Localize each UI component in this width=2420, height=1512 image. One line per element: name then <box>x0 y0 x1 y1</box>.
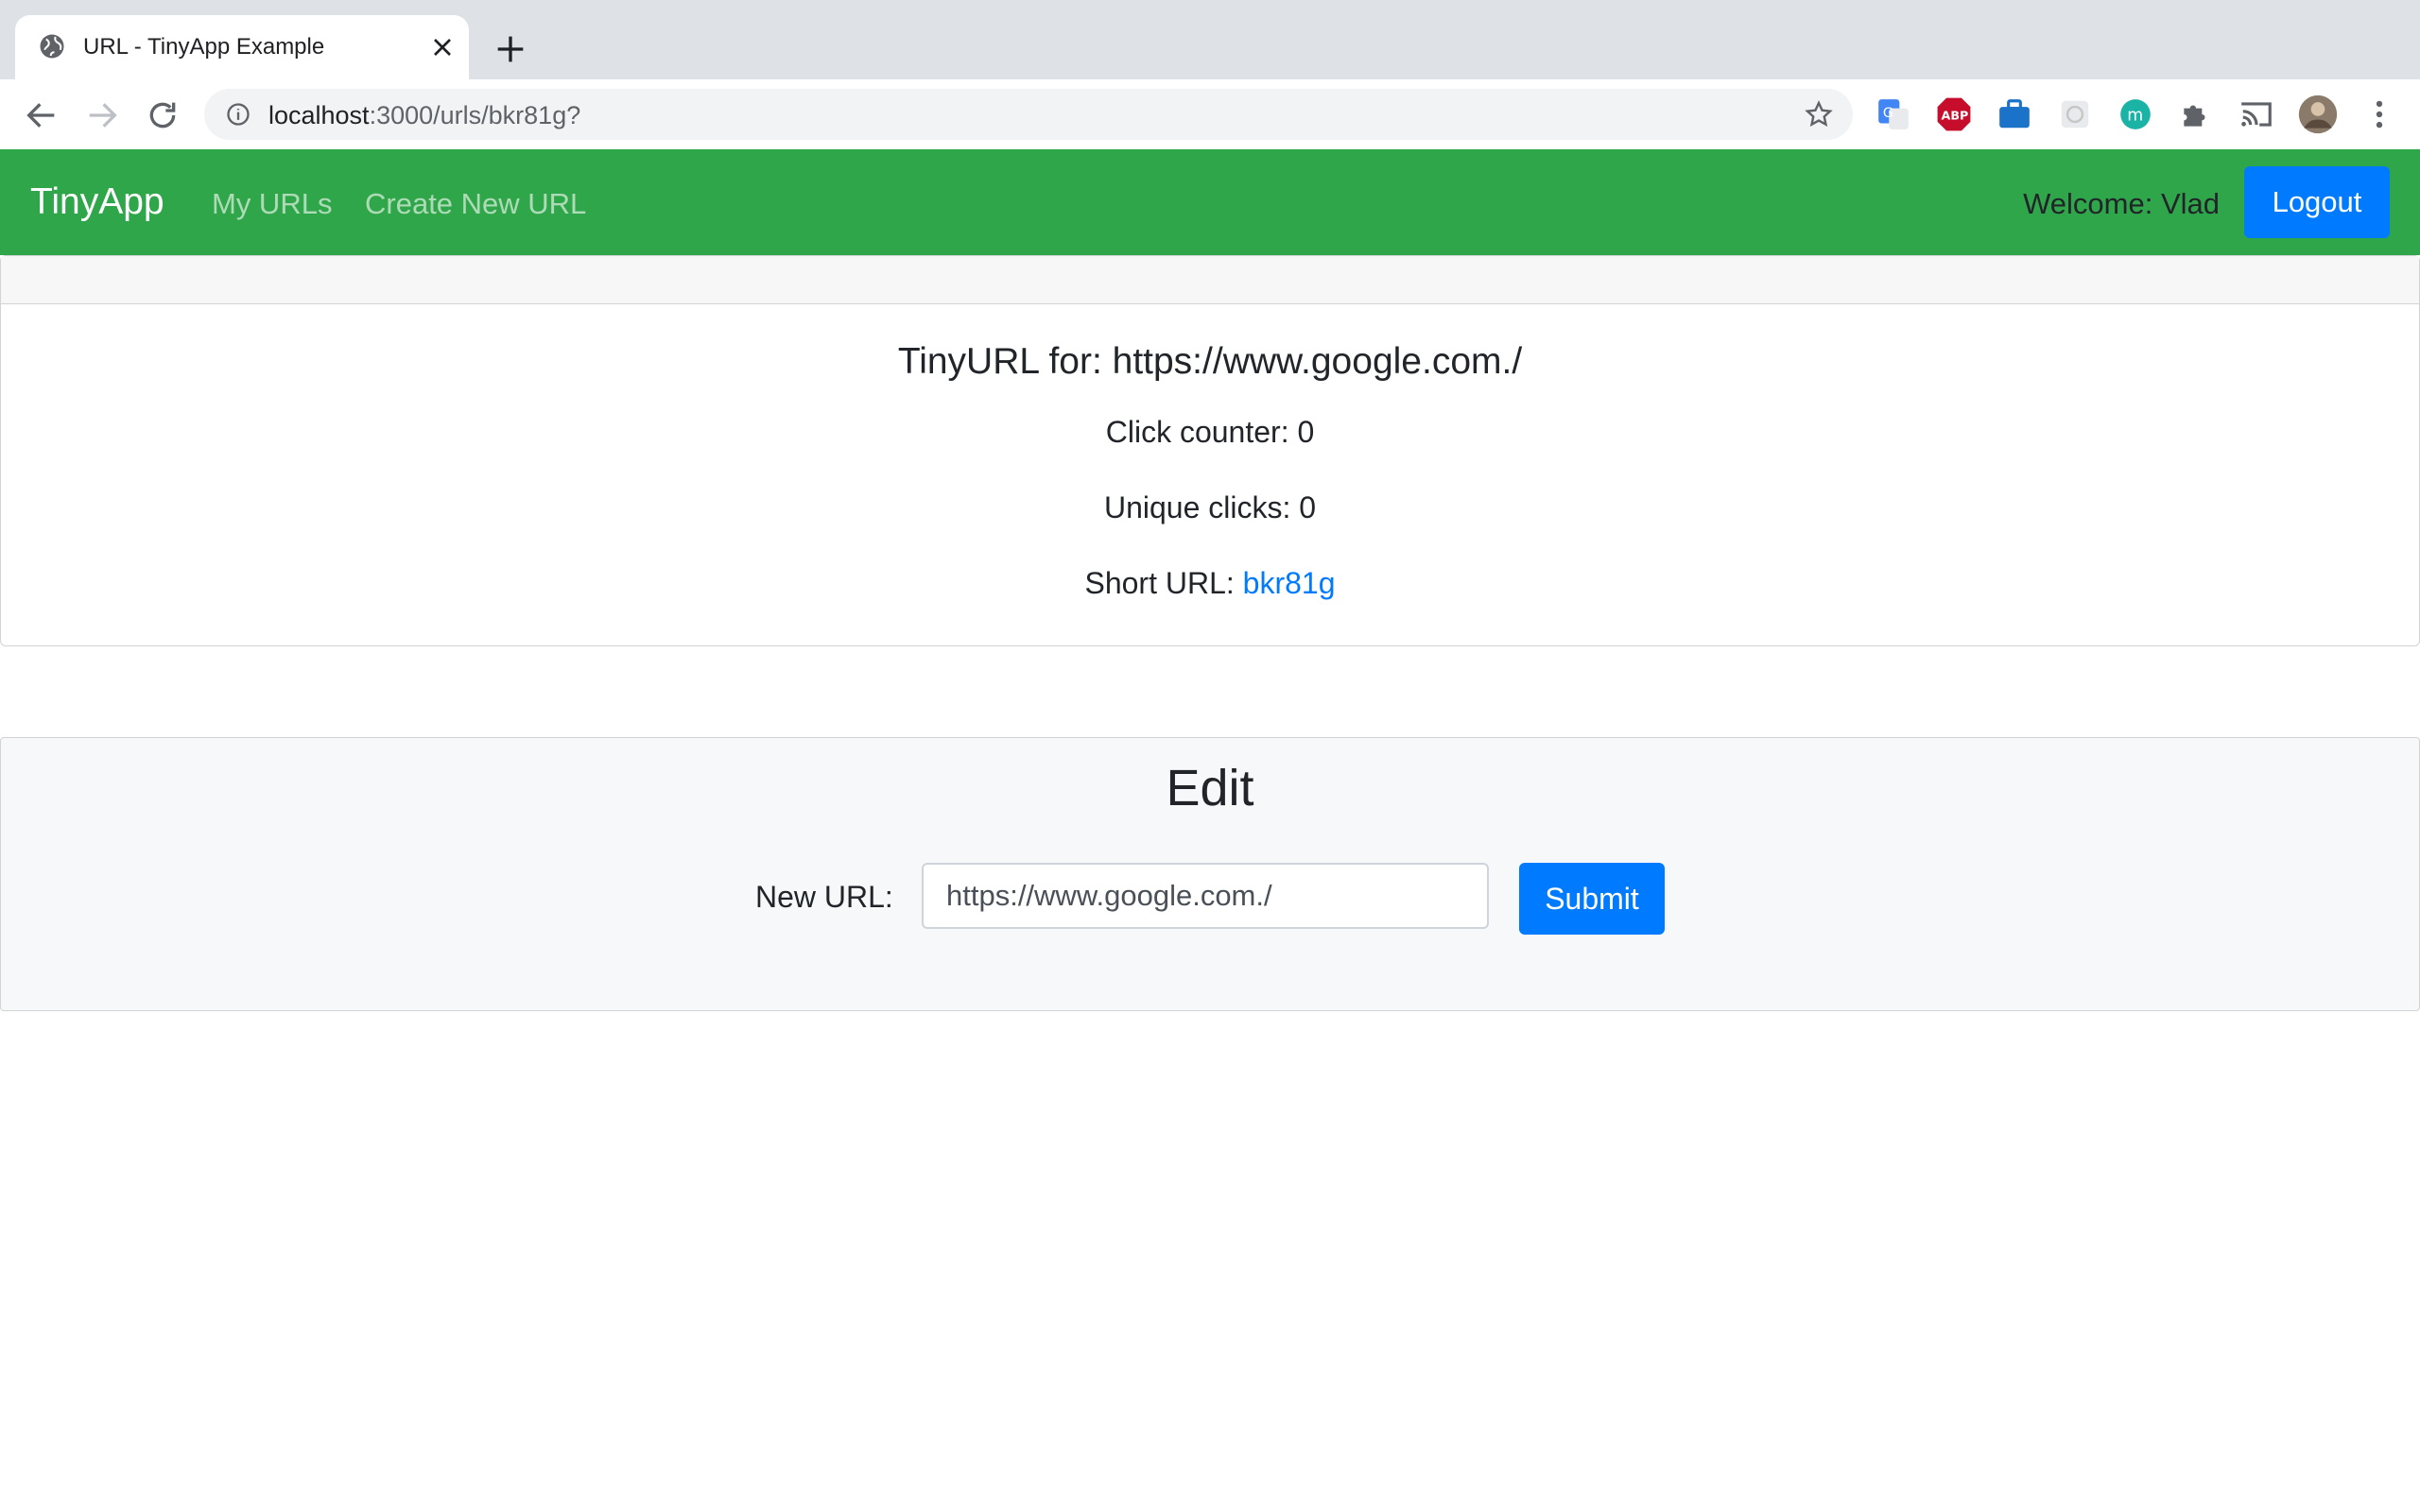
more-vert-icon[interactable] <box>2361 96 2397 132</box>
url-text[interactable]: localhost:3000/urls/bkr81g? <box>268 101 580 130</box>
edit-title: Edit <box>1166 760 1254 816</box>
brand[interactable]: TinyApp <box>30 181 164 223</box>
avatar[interactable] <box>2297 94 2339 135</box>
info-icon[interactable] <box>225 101 251 128</box>
reload-icon[interactable] <box>144 96 182 134</box>
url-card: TinyURL for: https://www.google.com./ Cl… <box>0 255 2420 646</box>
browser-toolbar: localhost:3000/urls/bkr81g? G ABP m <box>0 79 2420 150</box>
m-extension-icon[interactable]: m <box>2118 96 2153 132</box>
unique-clicks: Unique clicks: 0 <box>1103 490 1317 524</box>
nav-link-my-urls[interactable]: My URLs <box>212 187 332 221</box>
svg-text:G: G <box>1883 106 1893 121</box>
logout-button[interactable]: Logout <box>2244 166 2390 238</box>
click-counter: Click counter: 0 <box>1105 415 1315 449</box>
new-tab-icon[interactable] <box>492 30 529 68</box>
app-navbar: TinyApp My URLs Create New URL Welcome: … <box>0 149 2420 255</box>
puzzle-icon[interactable] <box>2178 96 2214 132</box>
browser-tab-strip: URL - TinyApp Example <box>0 0 2420 79</box>
bookmark-star-icon[interactable] <box>1804 99 1834 129</box>
tab-title: URL - TinyApp Example <box>83 34 325 60</box>
submit-button[interactable]: Submit <box>1519 863 1665 935</box>
url-path: :3000/urls/bkr81g? <box>369 101 581 129</box>
google-translate-icon[interactable]: G <box>1876 96 1911 132</box>
cast-icon[interactable] <box>2238 96 2274 132</box>
svg-text:ABP: ABP <box>1942 109 1969 123</box>
edit-section: Edit New URL: Submit <box>0 737 2420 1011</box>
toolbox-icon[interactable] <box>1996 96 2032 132</box>
browser-tab[interactable]: URL - TinyApp Example <box>15 15 469 79</box>
globe-icon <box>40 34 64 59</box>
short-url-line: Short URL: bkr81g <box>1 566 2419 601</box>
nav-link-create-new-url[interactable]: Create New URL <box>365 187 586 221</box>
address-bar[interactable]: localhost:3000/urls/bkr81g? <box>204 89 1853 140</box>
forward-icon[interactable] <box>83 96 121 134</box>
card-header <box>1 256 2419 304</box>
back-icon[interactable] <box>23 96 60 134</box>
grid-icon[interactable] <box>2057 96 2093 132</box>
adblock-plus-icon[interactable]: ABP <box>1936 96 1972 132</box>
close-icon[interactable] <box>427 32 458 62</box>
short-url-label: Short URL: <box>1084 566 1243 600</box>
short-url-link[interactable]: bkr81g <box>1243 566 1336 600</box>
svg-text:m: m <box>2127 106 2143 125</box>
card-title: TinyURL for: https://www.google.com./ <box>897 341 1523 382</box>
url-host: localhost <box>268 101 370 129</box>
new-url-input[interactable] <box>922 863 1489 929</box>
welcome-text: Welcome: Vlad <box>2023 187 2220 220</box>
new-url-label: New URL: <box>755 880 893 914</box>
